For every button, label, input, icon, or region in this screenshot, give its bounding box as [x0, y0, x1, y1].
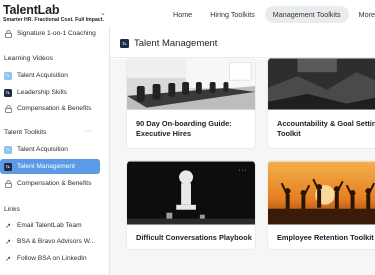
- card-title-line: Difficult Conversations Playbook: [136, 233, 252, 242]
- sidebar-item-label: Leadership Skills: [17, 89, 67, 96]
- sidebar-item-lv-leadership-skills[interactable]: TL Leadership Skills: [0, 85, 100, 100]
- lock-icon: [4, 29, 12, 38]
- card-title-line: Executive Hires: [136, 129, 192, 138]
- talent-management-icon: TL: [4, 162, 12, 171]
- card-title: 90 Day On-boarding Guide: Executive Hire…: [136, 119, 232, 139]
- more-options-icon[interactable]: ···: [84, 128, 93, 135]
- talent-acquisition-icon: TL: [4, 71, 12, 80]
- external-link-icon: ↗: [5, 222, 11, 230]
- nav-home[interactable]: Home: [165, 6, 200, 23]
- card-title: Employee Retention Toolkit: [277, 233, 374, 243]
- sidebar-item-label: Talent Management: [17, 163, 75, 170]
- sidebar-link-linkedin[interactable]: ↗ Follow BSA on LinkedIn: [0, 251, 100, 266]
- card-menu-icon[interactable]: ···: [239, 58, 248, 61]
- sidebar-item-label: Compensation & Benefits: [17, 105, 92, 112]
- sidebar-item-tt-compensation[interactable]: Compensation & Benefits: [0, 176, 100, 191]
- nav-more[interactable]: More ⌄: [351, 6, 375, 23]
- sidebar-item-tt-talent-acquisition[interactable]: TL Talent Acquisition: [0, 142, 100, 157]
- chevron-down-icon[interactable]: ⌄: [100, 9, 106, 17]
- page-header: TL Talent Management: [110, 30, 375, 58]
- external-link-icon: ↗: [5, 255, 11, 263]
- section-title-links: Links: [4, 206, 20, 213]
- sidebar-item-label: Talent Acquisition: [17, 146, 68, 153]
- sidebar-item-label: Email TalentLab Team: [17, 222, 82, 229]
- card-title: Accountability & Goal Setting Toolkit: [277, 119, 375, 139]
- card-title-line: Employee Retention Toolkit: [277, 233, 374, 242]
- nav-more-label: More: [358, 10, 375, 19]
- card-title: Difficult Conversations Playbook: [136, 233, 252, 243]
- sidebar-item-lv-compensation[interactable]: Compensation & Benefits: [0, 101, 100, 116]
- sidebar: Signature 1-on-1 Coaching Learning Video…: [0, 26, 104, 275]
- card-employee-retention[interactable]: Employee Retention Toolkit: [267, 160, 375, 250]
- section-title-talent-toolkits: Talent Toolkits: [4, 129, 47, 136]
- sidebar-item-label: Talent Acquisition: [17, 72, 68, 79]
- talent-acquisition-icon: TL: [4, 145, 12, 154]
- page-title: Talent Management: [134, 38, 218, 49]
- card-title-line: Toolkit: [277, 129, 301, 138]
- brand-name: TalentLab: [3, 3, 60, 17]
- boardroom-image: [127, 58, 255, 110]
- nav-hiring-toolkits[interactable]: Hiring Toolkits: [202, 6, 263, 23]
- sidebar-item-signature-coaching[interactable]: Signature 1-on-1 Coaching: [0, 26, 100, 41]
- sidebar-item-label: BSA & Bravo Advisors W...: [17, 238, 96, 245]
- card-difficult-conversations[interactable]: ··· Difficult Conversations Playbook: [126, 160, 256, 250]
- lock-icon: [4, 104, 12, 113]
- sidebar-link-email-team[interactable]: ↗ Email TalentLab Team: [0, 218, 100, 233]
- talent-management-icon: TL: [120, 39, 129, 48]
- section-title-learning-videos: Learning Videos: [4, 55, 54, 62]
- dark-landscape-image: [268, 58, 375, 110]
- card-onboarding-guide[interactable]: ··· 90 Day On-boarding Guide: Executive …: [126, 57, 256, 149]
- sidebar-item-tt-talent-management[interactable]: TL Talent Management: [0, 159, 100, 174]
- lock-icon: [4, 179, 12, 188]
- card-title-line: 90 Day On-boarding Guide:: [136, 119, 232, 128]
- nav-management-toolkits[interactable]: Management Toolkits: [264, 6, 349, 23]
- leadership-skills-icon: TL: [4, 88, 12, 97]
- card-title-line: Accountability & Goal Setting: [277, 119, 375, 128]
- card-menu-icon[interactable]: ···: [239, 167, 248, 174]
- card-accountability-toolkit[interactable]: Accountability & Goal Setting Toolkit: [267, 57, 375, 149]
- brand-logo[interactable]: TalentLab Smarter HR. Fractional Cost. F…: [3, 3, 104, 24]
- sidebar-item-label: Follow BSA on LinkedIn: [17, 255, 87, 262]
- content-area: ··· 90 Day On-boarding Guide: Executive …: [110, 57, 375, 275]
- sidebar-item-label: Compensation & Benefits: [17, 180, 92, 187]
- sidebar-item-label: Signature 1-on-1 Coaching: [17, 30, 96, 37]
- sidebar-item-lv-talent-acquisition[interactable]: TL Talent Acquisition: [0, 68, 100, 83]
- chess-pieces-image: [127, 161, 255, 225]
- top-bar: TalentLab Smarter HR. Fractional Cost. F…: [0, 0, 375, 28]
- sunset-team-image: [268, 161, 375, 225]
- brand-tagline: Smarter HR. Fractional Cost. Full Impact…: [3, 17, 104, 23]
- sidebar-link-bsa-bravo[interactable]: ↗ BSA & Bravo Advisors W...: [0, 234, 100, 249]
- top-nav: Home Hiring Toolkits Management Toolkits…: [165, 6, 375, 23]
- external-link-icon: ↗: [5, 238, 11, 246]
